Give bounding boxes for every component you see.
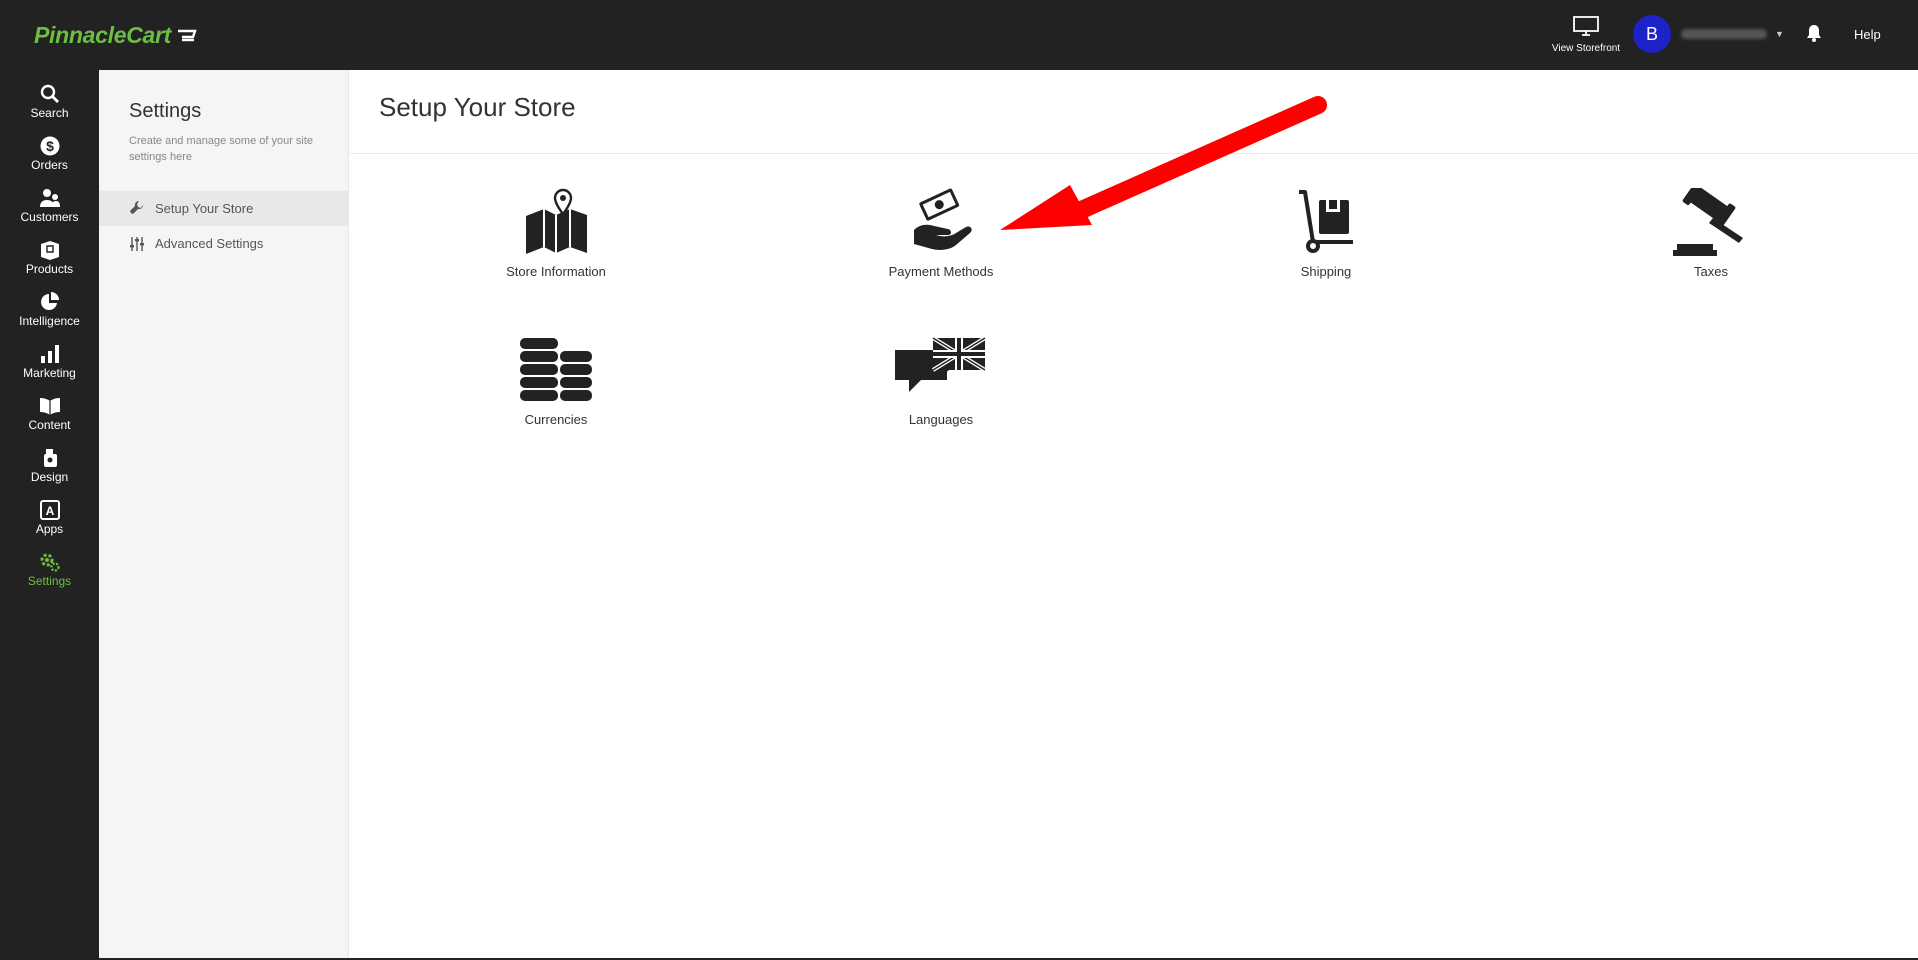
pie-chart-icon [40, 292, 59, 310]
nav-design[interactable]: Design [0, 434, 99, 486]
nav-content[interactable]: Content [0, 382, 99, 434]
brand-name: PinnacleCart [34, 22, 172, 48]
svg-text:A: A [45, 504, 54, 518]
main-content: Setup Your Store Store Information Payme… [350, 70, 1918, 960]
tile-taxes[interactable]: Taxes [1611, 188, 1811, 279]
tile-label: Currencies [524, 412, 588, 427]
tile-label: Store Information [506, 264, 606, 279]
wrench-icon [130, 200, 144, 214]
sidebar-title: Settings [129, 100, 202, 122]
gears-icon [40, 553, 60, 572]
monitor-icon [1573, 16, 1599, 40]
page-title: Setup Your Store [379, 92, 576, 122]
nav-label: Intelligence [19, 314, 80, 328]
sidebar-item-label: Setup Your Store [155, 201, 254, 216]
sidebar-item-setup-your-store[interactable]: Setup Your Store [99, 191, 348, 226]
sidebar-description: Create and manage some of your site sett… [129, 135, 314, 163]
nav-orders[interactable]: $ Orders [0, 122, 99, 174]
dollar-icon: $ [40, 136, 59, 156]
coins-icon [520, 338, 592, 401]
nav-label: Content [28, 418, 71, 432]
bar-chart-icon [40, 345, 59, 363]
cart-logo-icon [176, 24, 198, 51]
nav-label: Apps [35, 522, 64, 536]
user-menu[interactable]: B ▼ [1633, 15, 1784, 53]
map-icon [526, 188, 587, 254]
nav-label: Customers [20, 210, 79, 224]
tile-currencies[interactable]: Currencies [456, 336, 656, 427]
nav-label: Orders [31, 158, 68, 172]
tile-shipping[interactable]: Shipping [1226, 188, 1426, 279]
search-icon [40, 84, 59, 103]
help-link[interactable]: Help [1854, 27, 1881, 42]
bell-icon[interactable] [1806, 24, 1822, 47]
sidebar-item-advanced-settings[interactable]: Advanced Settings [99, 226, 348, 261]
view-storefront-label: View Storefront [1551, 43, 1621, 54]
tile-payment-methods[interactable]: Payment Methods [841, 188, 1041, 279]
tile-languages[interactable]: Languages [841, 336, 1041, 427]
tile-label: Payment Methods [888, 264, 994, 279]
user-name-blurred [1681, 29, 1767, 39]
nav-apps[interactable]: A Apps [0, 486, 99, 538]
nav-intelligence[interactable]: Intelligence [0, 278, 99, 330]
settings-sidebar: Settings Create and manage some of your … [99, 70, 349, 960]
tile-store-information[interactable]: Store Information [456, 188, 656, 279]
chevron-down-icon: ▼ [1775, 29, 1784, 39]
page-header: Setup Your Store [350, 70, 1918, 154]
sidebar-item-label: Advanced Settings [155, 236, 264, 251]
nav-label: Design [30, 470, 69, 484]
tile-label: Languages [908, 412, 974, 427]
apps-icon: A [39, 500, 60, 520]
sliders-icon [130, 236, 144, 251]
gavel-icon [1673, 188, 1743, 256]
language-flag-icon [895, 336, 987, 392]
svg-text:$: $ [46, 138, 54, 154]
nav-label: Settings [27, 574, 72, 588]
nav-customers[interactable]: Customers [0, 174, 99, 226]
avatar: B [1633, 15, 1671, 53]
main-nav: Search $ Orders Customers Products Intel… [0, 70, 99, 960]
nav-label: Products [25, 262, 74, 276]
users-icon [39, 189, 60, 207]
book-icon [39, 398, 60, 415]
view-storefront-button[interactable]: View Storefront [1540, 16, 1632, 54]
nav-products[interactable]: Products [0, 226, 99, 278]
tile-label: Shipping [1300, 264, 1352, 279]
nav-search[interactable]: Search [0, 70, 99, 122]
hand-truck-icon [1299, 190, 1353, 253]
nav-marketing[interactable]: Marketing [0, 330, 99, 382]
brand-logo[interactable]: PinnacleCart [34, 22, 198, 51]
nav-label: Marketing [23, 366, 76, 380]
box-icon [40, 241, 59, 260]
tile-label: Taxes [1694, 264, 1728, 279]
paint-icon [43, 449, 57, 467]
money-hand-icon [914, 188, 972, 250]
nav-settings[interactable]: Settings [0, 538, 99, 590]
top-bar: PinnacleCart View Storefront B ▼ Help [0, 0, 1918, 70]
nav-label: Search [30, 106, 69, 120]
